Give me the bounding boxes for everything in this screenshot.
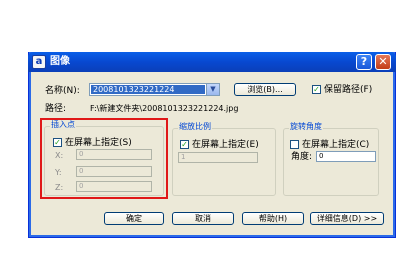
path-label: 路径: <box>45 104 67 114</box>
browse-button[interactable]: 浏览(B)... <box>234 83 296 96</box>
help-icon[interactable]: ? <box>356 54 372 70</box>
title-bar[interactable]: a 图像 ? ✕ <box>28 52 396 72</box>
details-button[interactable]: 详细信息(D) >> <box>310 212 384 225</box>
chevron-down-icon[interactable]: ▼ <box>206 84 219 95</box>
angle-field[interactable]: 0 <box>316 151 376 162</box>
help-button[interactable]: 帮助(H) <box>242 212 304 225</box>
angle-label: 角度: <box>291 152 313 162</box>
keep-path-label: 保留路径(F) <box>324 85 373 95</box>
name-combobox[interactable]: 2008101323221224 ▼ <box>89 83 220 96</box>
ok-button[interactable]: 确定 <box>104 212 164 225</box>
scale-title: 缩放比例 <box>178 122 212 132</box>
app-icon: a <box>32 55 46 69</box>
window-title: 图像 <box>50 56 70 67</box>
scale-onscreen-label: 在屏幕上指定(E) <box>192 140 259 150</box>
scale-field[interactable]: 1 <box>178 152 258 163</box>
cancel-button[interactable]: 取消 <box>172 212 234 225</box>
rotation-title: 旋转角度 <box>289 122 323 132</box>
rotation-onscreen-checkbox[interactable] <box>290 140 299 149</box>
scale-onscreen-checkbox[interactable]: ✓ <box>180 140 189 149</box>
name-value: 2008101323221224 <box>91 85 205 94</box>
name-label: 名称(N): <box>45 86 80 96</box>
highlight-box <box>40 118 168 199</box>
close-icon[interactable]: ✕ <box>375 54 391 70</box>
keep-path-checkbox[interactable]: ✓ <box>312 85 321 94</box>
path-value: F:\新建文件夹\2008101323221224.jpg <box>90 104 239 113</box>
rotation-onscreen-label: 在屏幕上指定(C) <box>302 140 370 150</box>
